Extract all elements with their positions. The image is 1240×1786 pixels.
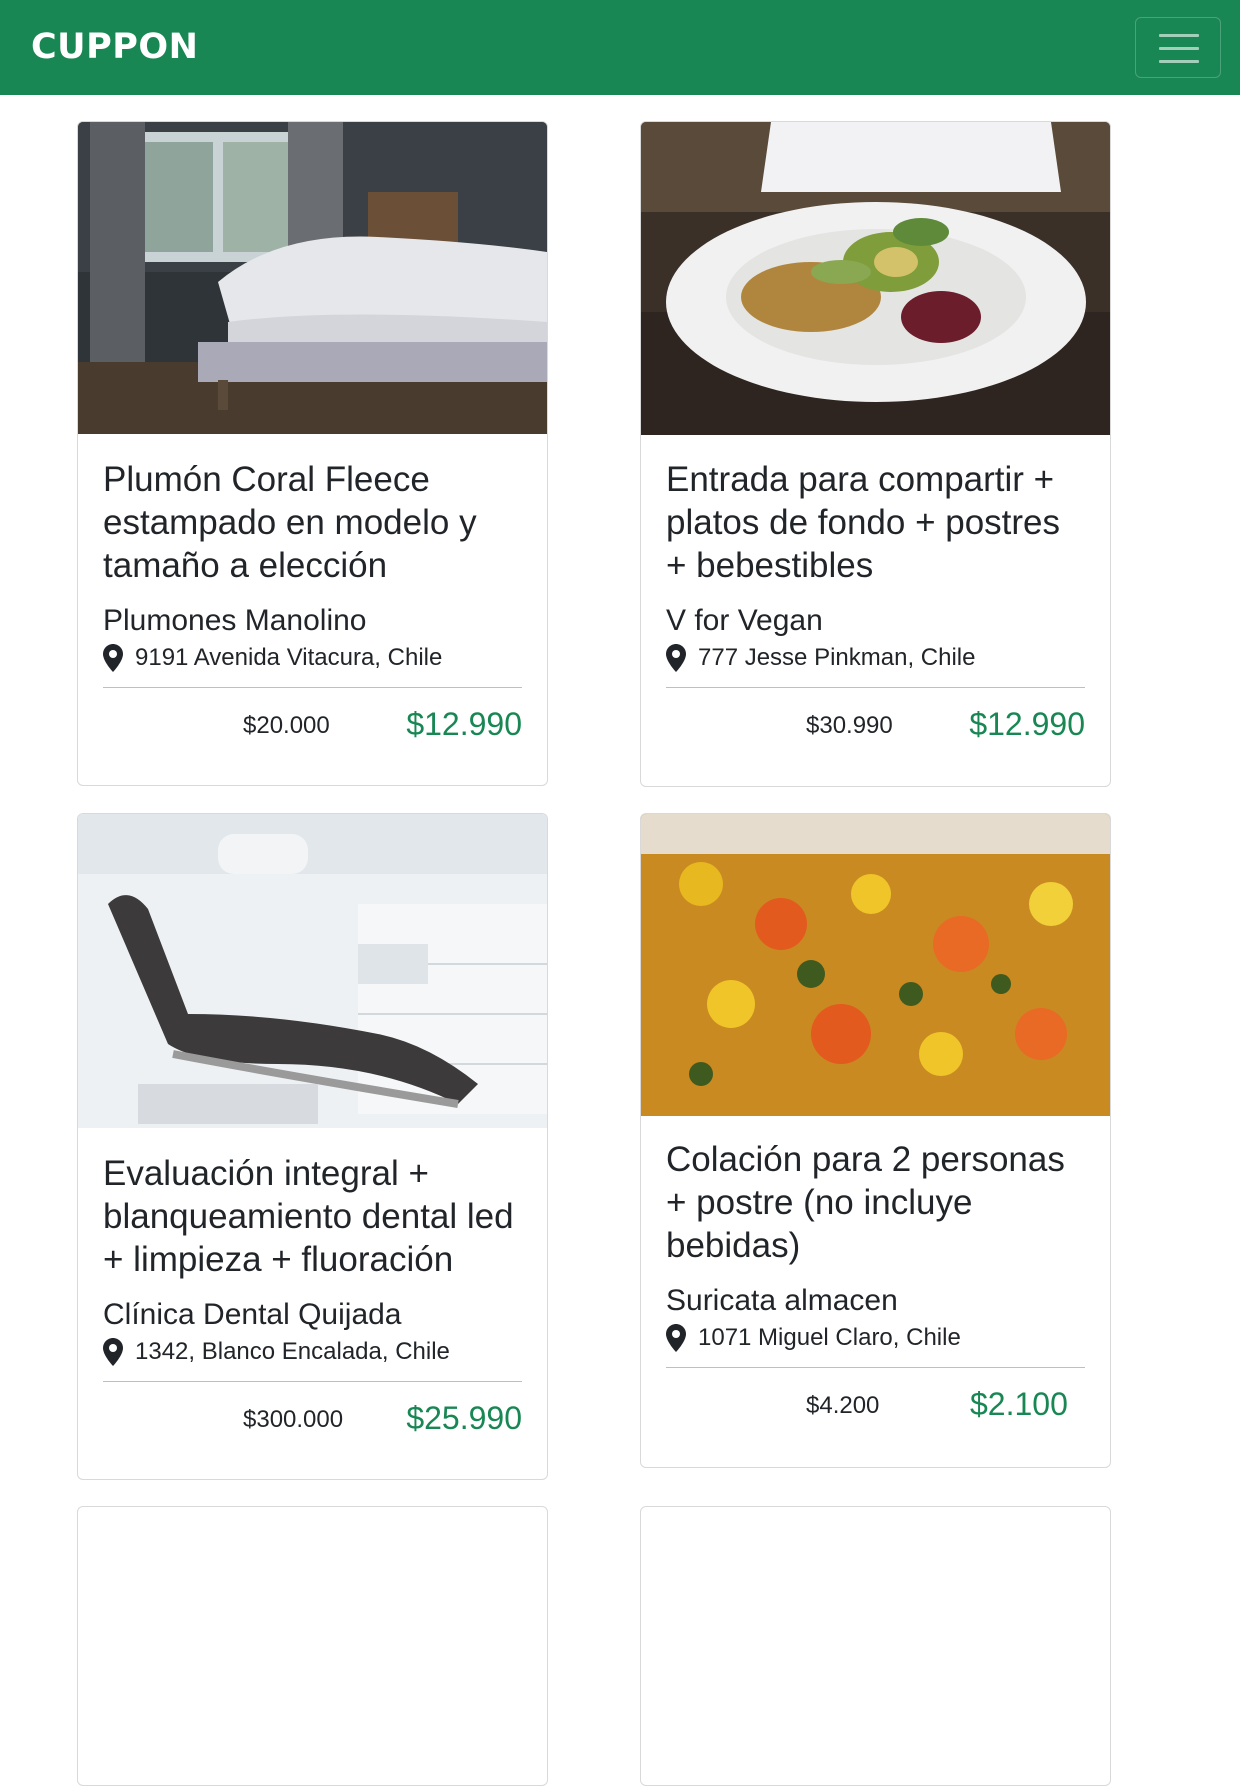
- address-text: 777 Jesse Pinkman, Chile: [698, 644, 976, 671]
- deal-card-placeholder[interactable]: [640, 1506, 1111, 1786]
- deal-card[interactable]: Colación para 2 personas + postre (no in…: [640, 813, 1111, 1468]
- hamburger-icon: [1159, 34, 1199, 37]
- discount-price: $2.100: [970, 1386, 1068, 1422]
- navbar-toggler-button[interactable]: [1135, 17, 1221, 78]
- original-price: $30.990: [806, 712, 893, 739]
- deal-image[interactable]: [78, 814, 547, 1128]
- hamburger-icon: [1159, 47, 1199, 50]
- discount-price: $12.990: [406, 706, 522, 742]
- dental-clinic-photo: [78, 814, 547, 1128]
- deal-title[interactable]: Plumón Coral Fleece estampado en modelo …: [103, 458, 522, 587]
- deal-card[interactable]: Evaluación integral + blanqueamiento den…: [77, 813, 548, 1480]
- merchant-name: Suricata almacen: [666, 1284, 898, 1317]
- hamburger-icon: [1159, 60, 1199, 63]
- address-text: 9191 Avenida Vitacura, Chile: [135, 644, 443, 671]
- original-price: $300.000: [243, 1406, 344, 1433]
- deal-card-body: Evaluación integral + blanqueamiento den…: [103, 1152, 522, 1452]
- deal-address: 777 Jesse Pinkman, Chile: [666, 643, 1085, 688]
- deal-card-body: Plumón Coral Fleece estampado en modelo …: [103, 458, 522, 758]
- merchant-name: Clínica Dental Quijada: [103, 1298, 402, 1331]
- navbar: CUPPON: [0, 0, 1240, 95]
- deal-card-placeholder[interactable]: [77, 1506, 548, 1786]
- deal-address: 1342, Blanco Encalada, Chile: [103, 1337, 522, 1382]
- map-pin-icon: [666, 1324, 686, 1352]
- map-pin-icon: [103, 644, 123, 672]
- deal-image[interactable]: [78, 122, 547, 434]
- address-text: 1342, Blanco Encalada, Chile: [135, 1338, 450, 1365]
- deal-card[interactable]: Entrada para compartir + platos de fondo…: [640, 121, 1111, 787]
- map-pin-icon: [666, 644, 686, 672]
- price-row: $30.990 $12.990: [666, 688, 1085, 758]
- vegetable-stew-photo: [641, 814, 1110, 1116]
- deal-title[interactable]: Entrada para compartir + platos de fondo…: [666, 458, 1085, 587]
- price-row: $20.000 $12.990: [103, 688, 522, 758]
- brand-logo[interactable]: CUPPON: [31, 24, 198, 70]
- discount-price: $12.990: [969, 706, 1085, 742]
- bedroom-photo: [78, 122, 547, 434]
- deal-card-body: Colación para 2 personas + postre (no in…: [666, 1138, 1085, 1438]
- deal-image[interactable]: [641, 122, 1110, 435]
- deal-card-body: Entrada para compartir + platos de fondo…: [666, 458, 1085, 758]
- merchant-name: Plumones Manolino: [103, 604, 367, 637]
- price-row: $4.200 $2.100: [666, 1368, 1085, 1438]
- deal-card[interactable]: Plumón Coral Fleece estampado en modelo …: [77, 121, 548, 786]
- deal-image[interactable]: [641, 814, 1110, 1116]
- original-price: $4.200: [806, 1392, 880, 1419]
- original-price: $20.000: [243, 712, 330, 739]
- deal-title[interactable]: Colación para 2 personas + postre (no in…: [666, 1138, 1085, 1267]
- vegan-salad-photo: [641, 122, 1110, 435]
- deal-address: 1071 Miguel Claro, Chile: [666, 1323, 1085, 1368]
- map-pin-icon: [103, 1338, 123, 1366]
- address-text: 1071 Miguel Claro, Chile: [698, 1324, 961, 1351]
- price-row: $300.000 $25.990: [103, 1382, 522, 1452]
- deal-address: 9191 Avenida Vitacura, Chile: [103, 643, 522, 688]
- deal-title[interactable]: Evaluación integral + blanqueamiento den…: [103, 1152, 522, 1281]
- merchant-name: V for Vegan: [666, 604, 823, 637]
- discount-price: $25.990: [406, 1400, 522, 1436]
